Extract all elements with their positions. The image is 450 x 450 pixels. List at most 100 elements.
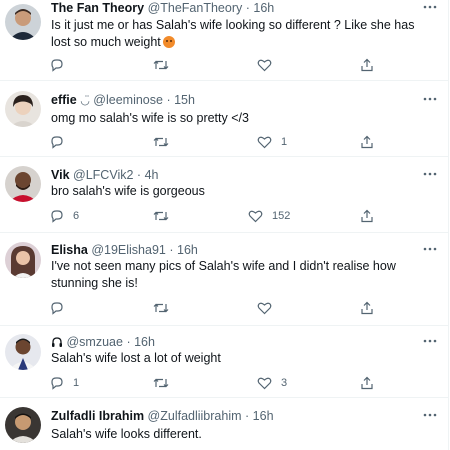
reply-button[interactable]: 1 <box>50 375 79 391</box>
like-button[interactable]: 1 <box>257 134 287 150</box>
separator: · <box>169 243 174 257</box>
tweet-header: effie ◡̈ @leeminose · 15h <box>51 92 418 109</box>
share-button[interactable] <box>360 134 374 150</box>
reply-count: 6 <box>73 210 80 222</box>
separator: · <box>126 335 131 349</box>
tweet-text: Is it just me or has Salah's wife lookin… <box>51 17 428 51</box>
share-icon <box>361 209 373 223</box>
like-icon <box>257 377 272 390</box>
like-icon <box>248 210 263 223</box>
tweet-text-content: Is it just me or has Salah's wife lookin… <box>51 18 415 49</box>
like-count: 1 <box>281 136 288 148</box>
reply-button[interactable] <box>50 134 73 150</box>
reply-button[interactable]: 6 <box>50 208 79 224</box>
like-button[interactable]: 152 <box>248 208 290 224</box>
tweet[interactable]: @smzuae · 16h Salah's wife lost a lot of… <box>0 326 449 398</box>
separator: · <box>136 168 142 182</box>
author-name[interactable]: effie <box>51 93 77 107</box>
reply-icon <box>51 377 63 390</box>
author-name[interactable]: Vik <box>51 168 70 182</box>
like-icon <box>257 59 272 72</box>
timestamp[interactable]: 16h <box>253 409 274 423</box>
reply-button[interactable] <box>50 300 73 316</box>
author-name[interactable]: Zulfadli Ibrahim <box>51 409 144 423</box>
tweet-header: Elisha @19Elisha91 · 16h <box>51 242 418 258</box>
tweet-header: The Fan Theory @TheFanTheory · 16h <box>51 0 418 16</box>
tweet[interactable]: Vik @LFCVik2 · 4h bro salah's wife is go… <box>0 157 449 233</box>
like-button[interactable]: 3 <box>257 375 287 391</box>
author-handle[interactable]: @TheFanTheory <box>148 1 243 15</box>
tweet-header: Vik @LFCVik2 · 4h <box>51 167 418 183</box>
retweet-button[interactable] <box>153 208 178 224</box>
tweet-header: Zulfadli Ibrahim @Zulfadliibrahim · 16h <box>51 408 418 424</box>
tweet-actions: 1 <box>0 134 448 150</box>
share-icon <box>361 376 373 390</box>
tweet-actions: 6 152 <box>0 208 448 224</box>
like-button[interactable] <box>257 300 281 316</box>
author-handle[interactable]: @19Elisha91 <box>91 243 166 257</box>
retweet-icon <box>153 211 169 221</box>
like-count: 152 <box>272 210 291 222</box>
retweet-icon <box>153 378 169 388</box>
reply-icon <box>51 136 63 149</box>
avatar[interactable] <box>5 91 41 127</box>
share-icon <box>361 301 373 315</box>
reply-icon <box>51 59 63 72</box>
author-handle[interactable]: @Zulfadliibrahim <box>148 409 242 423</box>
tweet-feed: The Fan Theory @TheFanTheory · 16h Is it… <box>0 0 450 450</box>
tweet-actions <box>0 57 448 73</box>
like-count: 3 <box>281 377 288 389</box>
reply-count: 1 <box>73 377 80 389</box>
avatar[interactable] <box>5 4 41 40</box>
author-handle[interactable]: @smzuae <box>66 335 122 349</box>
tweet-text-content: Salah's wife lost a lot of weight <box>51 351 221 365</box>
separator: · <box>166 93 171 107</box>
tweet[interactable]: Elisha @19Elisha91 · 16h I've not seen m… <box>0 233 449 326</box>
timestamp[interactable]: 16h <box>253 1 274 15</box>
author-name[interactable]: The Fan Theory <box>51 1 144 15</box>
tweet[interactable]: effie ◡̈ @leeminose · 15h omg mo salah's… <box>0 81 449 157</box>
avatar[interactable] <box>5 334 41 370</box>
retweet-icon <box>153 60 169 70</box>
retweet-icon <box>153 303 169 313</box>
author-handle[interactable]: @LFCVik2 <box>73 168 133 182</box>
timestamp[interactable]: 4h <box>145 168 159 182</box>
tweet-text-content: Salah's wife looks different. <box>51 427 202 441</box>
share-button[interactable] <box>360 57 374 73</box>
retweet-button[interactable] <box>153 57 178 73</box>
more-icon[interactable] <box>422 3 438 11</box>
share-button[interactable] <box>360 208 374 224</box>
more-icon[interactable] <box>422 337 438 345</box>
timestamp[interactable]: 15h <box>174 93 195 107</box>
like-icon <box>257 136 272 149</box>
tweet-text: I've not seen many pics of Salah's wife … <box>51 258 428 292</box>
tweet[interactable]: The Fan Theory @TheFanTheory · 16h Is it… <box>0 0 449 81</box>
retweet-button[interactable] <box>153 134 178 150</box>
avatar[interactable] <box>5 242 41 278</box>
tweet-text: Salah's wife lost a lot of weight <box>51 350 428 367</box>
author-name[interactable]: Elisha <box>51 243 88 257</box>
headphones-icon <box>52 337 62 347</box>
timestamp[interactable]: 16h <box>177 243 198 257</box>
share-button[interactable] <box>360 300 374 316</box>
like-button[interactable] <box>257 57 281 73</box>
retweet-button[interactable] <box>153 375 178 391</box>
tweet-header: @smzuae · 16h <box>51 334 418 350</box>
share-button[interactable] <box>360 375 374 391</box>
tweet[interactable]: Zulfadli Ibrahim @Zulfadliibrahim · 16h … <box>0 398 449 450</box>
more-icon[interactable] <box>422 411 438 419</box>
reply-button[interactable] <box>50 57 73 73</box>
retweet-icon <box>153 137 169 147</box>
avatar[interactable] <box>5 166 41 202</box>
timestamp[interactable]: 16h <box>134 335 155 349</box>
tweet-actions <box>0 300 448 316</box>
retweet-button[interactable] <box>153 300 178 316</box>
more-icon[interactable] <box>422 245 438 253</box>
share-icon <box>361 135 373 149</box>
more-icon[interactable] <box>422 95 438 103</box>
author-handle[interactable]: @leeminose <box>93 93 163 107</box>
tweet-actions: 1 3 <box>0 375 448 391</box>
tweet-text: Salah's wife looks different. <box>51 426 428 443</box>
more-icon[interactable] <box>422 170 438 178</box>
avatar[interactable] <box>5 407 41 443</box>
